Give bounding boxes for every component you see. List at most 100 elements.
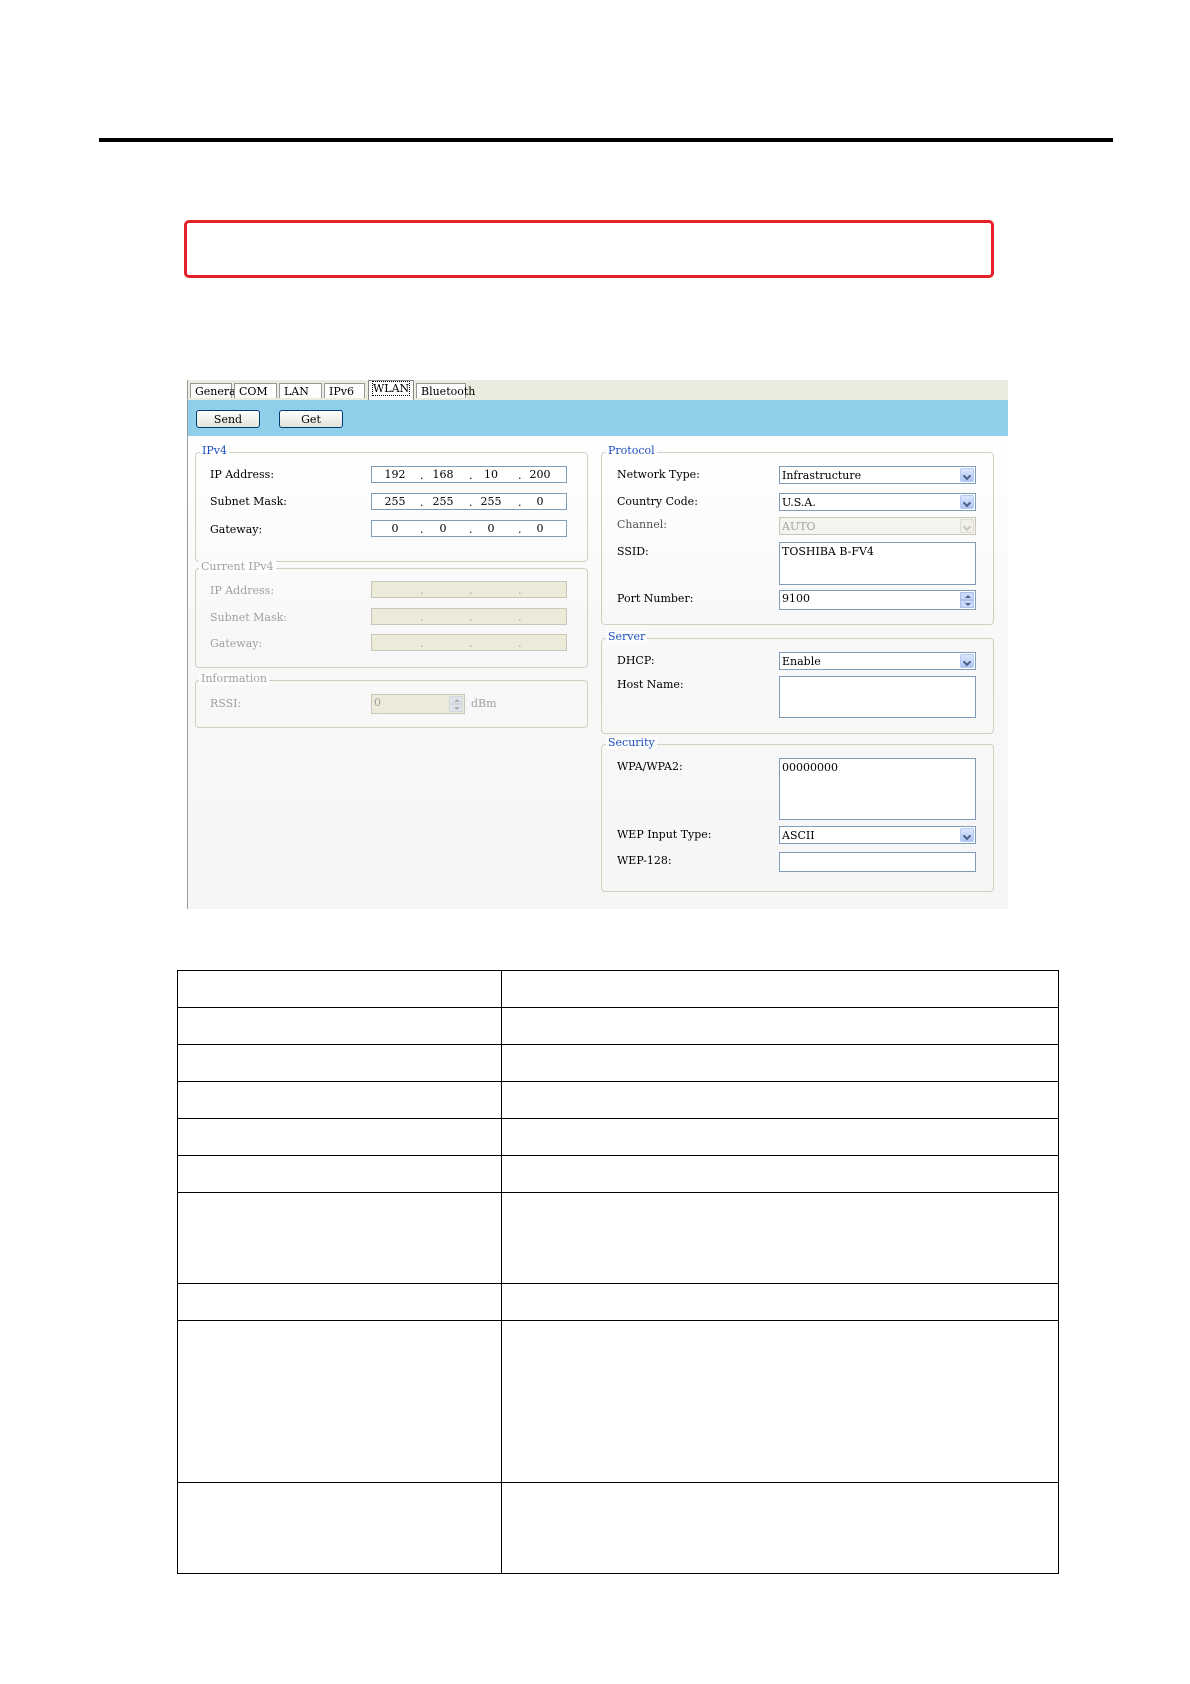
table-cell: [177, 1044, 502, 1082]
current-gateway-dot-2: .: [469, 637, 473, 650]
table-row: [177, 1118, 1059, 1156]
ssid-label: SSID:: [617, 545, 649, 558]
current-ip-label: IP Address:: [210, 584, 275, 597]
ssid-field[interactable]: TOSHIBA B-FV4: [779, 542, 976, 585]
port-number-field[interactable]: 9100: [779, 590, 976, 610]
wpa-key-value: 00000000: [782, 761, 838, 774]
network-type-value: Infrastructure: [782, 469, 862, 482]
gateway-dot-3: .: [518, 523, 522, 536]
table-cell: [177, 1081, 502, 1119]
ip-dot-1: .: [420, 469, 424, 482]
table-row: [177, 1482, 1059, 1574]
tab-bluetooth[interactable]: Bluetooth: [416, 383, 475, 398]
chevron-down-icon: [960, 519, 974, 533]
table-row: [177, 970, 1059, 1008]
current-mask-dot-3: .: [518, 611, 522, 624]
rssi-unit: dBm: [471, 697, 497, 710]
table-cell: [177, 1155, 502, 1193]
current-ip-field: . . .: [371, 581, 567, 598]
wpa-label: WPA/WPA2:: [617, 760, 683, 773]
host-name-label: Host Name:: [617, 678, 684, 691]
wep-input-type-value: ASCII: [782, 829, 815, 842]
subnet-mask-field[interactable]: 255 . 255 . 255 . 0: [371, 493, 567, 510]
channel-label: Channel:: [617, 518, 667, 531]
tab-com[interactable]: COM: [234, 383, 277, 398]
spin-arrows-icon[interactable]: [960, 592, 974, 608]
ip-dot-2: .: [469, 469, 473, 482]
rssi-field: 0: [371, 694, 465, 714]
table-row: [177, 1320, 1059, 1483]
host-name-field[interactable]: [779, 676, 976, 718]
table-cell: [177, 1283, 502, 1321]
tab-ipv6[interactable]: IPv6: [324, 383, 365, 398]
tab-general[interactable]: General: [190, 383, 239, 398]
current-ip-dot-2: .: [469, 584, 473, 597]
country-code-value: U.S.A.: [782, 496, 816, 509]
ip-dot-3: .: [518, 469, 522, 482]
header-rule: [99, 138, 1113, 142]
tab-lan[interactable]: LAN: [279, 383, 322, 398]
table-row: [177, 1192, 1059, 1284]
dhcp-select[interactable]: Enable: [779, 652, 976, 670]
table-row: [177, 1044, 1059, 1082]
gateway-octet-2: 0: [439, 522, 447, 535]
gateway-dot-2: .: [469, 523, 473, 536]
table-cell: [501, 1283, 1059, 1321]
ipv4-legend: IPv4: [200, 444, 229, 457]
country-code-label: Country Code:: [617, 495, 698, 508]
wep128-field[interactable]: [779, 852, 976, 872]
rssi-label: RSSI:: [210, 697, 242, 710]
table-cell: [501, 1007, 1059, 1045]
current-ip-dot-1: .: [420, 584, 424, 597]
table-cell: [501, 970, 1059, 1008]
current-gateway-dot-1: .: [420, 637, 424, 650]
ip-address-field[interactable]: 192 . 168 . 10 . 200: [371, 466, 567, 483]
chevron-down-icon[interactable]: [960, 495, 974, 509]
current-mask-label: Subnet Mask:: [210, 611, 288, 624]
mask-dot-1: .: [420, 496, 424, 509]
table-cell: [177, 1320, 502, 1483]
network-type-select[interactable]: Infrastructure: [779, 466, 976, 484]
port-number-label: Port Number:: [617, 592, 694, 605]
tab-wlan[interactable]: WLAN: [368, 380, 414, 400]
ip-octet-2: 168: [432, 468, 454, 481]
gateway-label: Gateway:: [210, 523, 263, 536]
settings-description-table: [177, 970, 1059, 1574]
get-button[interactable]: Get: [279, 410, 343, 428]
mask-dot-2: .: [469, 496, 473, 509]
gateway-octet-1: 0: [391, 522, 399, 535]
gateway-field[interactable]: 0 . 0 . 0 . 0: [371, 520, 567, 537]
table-cell: [501, 1320, 1059, 1483]
gateway-octet-4: 0: [536, 522, 544, 535]
dhcp-value: Enable: [782, 655, 821, 668]
table-cell: [177, 1482, 502, 1574]
wep128-label: WEP-128:: [617, 854, 672, 867]
mask-dot-3: .: [518, 496, 522, 509]
wpa-key-field[interactable]: 00000000: [779, 758, 976, 820]
current-gateway-field: . . .: [371, 634, 567, 651]
table-cell: [501, 1155, 1059, 1193]
current-ip-dot-3: .: [518, 584, 522, 597]
ip-octet-3: 10: [484, 468, 498, 481]
send-button[interactable]: Send: [196, 410, 260, 428]
mask-octet-1: 255: [384, 495, 406, 508]
security-legend: Security: [606, 736, 657, 749]
chevron-down-icon[interactable]: [960, 468, 974, 482]
table-cell: [177, 1118, 502, 1156]
wep-input-type-select[interactable]: ASCII: [779, 826, 976, 844]
country-code-select[interactable]: U.S.A.: [779, 493, 976, 511]
table-row: [177, 1081, 1059, 1119]
chevron-down-icon[interactable]: [960, 654, 974, 668]
current-ipv4-legend: Current IPv4: [199, 560, 276, 573]
rssi-spin-icon: [449, 696, 463, 712]
table-cell: [501, 1044, 1059, 1082]
current-gateway-dot-3: .: [518, 637, 522, 650]
table-cell: [501, 1118, 1059, 1156]
mask-octet-2: 255: [432, 495, 454, 508]
current-mask-dot-1: .: [420, 611, 424, 624]
highlight-box: [184, 220, 994, 278]
chevron-down-icon[interactable]: [960, 828, 974, 842]
wep-input-type-label: WEP Input Type:: [617, 828, 712, 841]
table-cell: [177, 970, 502, 1008]
network-type-label: Network Type:: [617, 468, 700, 481]
